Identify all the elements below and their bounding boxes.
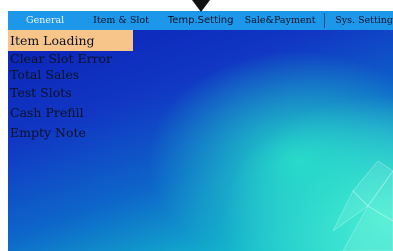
tab-sale-payment[interactable]: Sale&Payment bbox=[245, 11, 326, 30]
menu-list: Item Loading Clear Slot Error Total Sale… bbox=[8, 30, 133, 143]
polygon-decoration bbox=[332, 160, 393, 251]
screen: General Item & Slot Temp.Setting Sale&Pa… bbox=[8, 11, 393, 251]
tab-general[interactable]: General bbox=[8, 11, 83, 30]
menu-item-item-loading[interactable]: Item Loading bbox=[8, 30, 133, 51]
menu-item-clear-slot-error[interactable]: Clear Slot Error bbox=[8, 51, 133, 67]
tab-temp-setting[interactable]: Temp.Setting bbox=[157, 11, 245, 30]
down-arrow-indicator-icon bbox=[192, 0, 210, 12]
tab-separator bbox=[324, 13, 325, 28]
menu-item-empty-note[interactable]: Empty Note bbox=[8, 123, 133, 143]
tab-item-slot[interactable]: Item & Slot bbox=[83, 11, 157, 30]
menu-item-test-slots[interactable]: Test Slots bbox=[8, 83, 133, 103]
menu-item-cash-prefill[interactable]: Cash Prefill bbox=[8, 103, 133, 123]
menu-item-total-sales[interactable]: Total Sales bbox=[8, 67, 133, 83]
menubar: General Item & Slot Temp.Setting Sale&Pa… bbox=[8, 11, 393, 30]
tab-sys-setting[interactable]: Sys. Setting bbox=[325, 11, 393, 30]
